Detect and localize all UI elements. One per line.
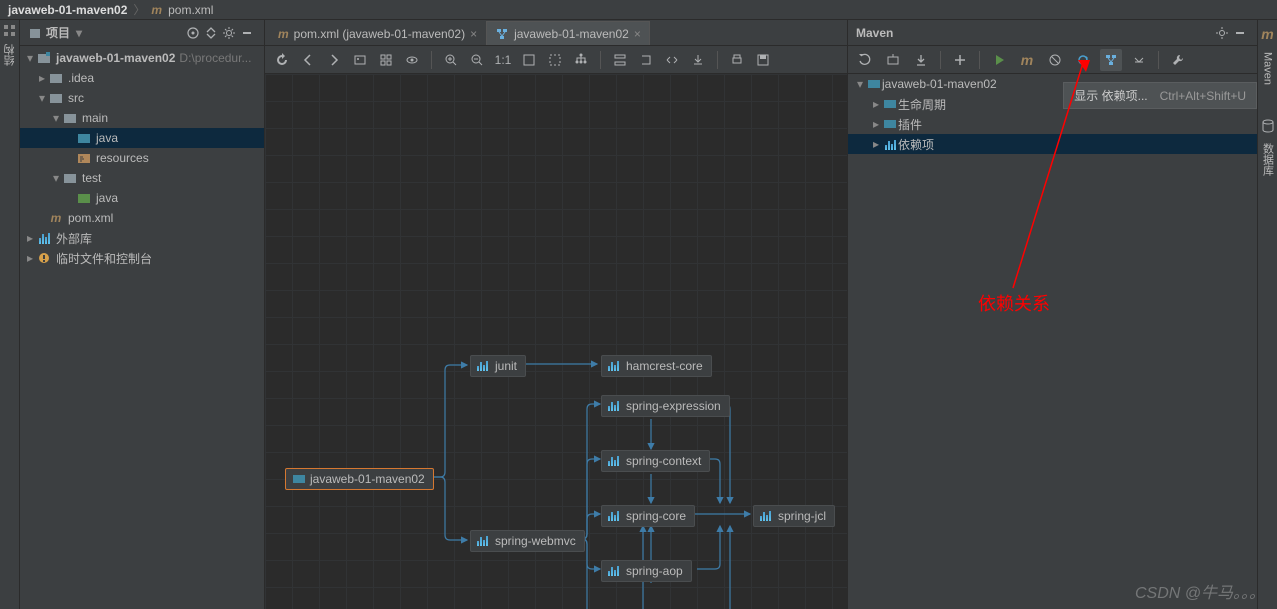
- tree-idea[interactable]: ▸.idea: [20, 68, 264, 88]
- route-icon[interactable]: [635, 49, 657, 71]
- node-aop[interactable]: spring-aop: [601, 560, 692, 582]
- print-icon[interactable]: [726, 49, 748, 71]
- forward-icon[interactable]: [323, 49, 345, 71]
- refresh-icon[interactable]: [271, 49, 293, 71]
- gear-icon[interactable]: [1213, 24, 1231, 42]
- download-icon[interactable]: [910, 49, 932, 71]
- project-tree: ▾javaweb-01-maven02D:\procedur... ▸.idea…: [20, 46, 264, 609]
- maven-icon: m: [151, 3, 162, 17]
- image-icon[interactable]: [349, 49, 371, 71]
- tree-test[interactable]: ▾test: [20, 168, 264, 188]
- maven-panel-header: Maven: [848, 20, 1257, 46]
- zoom-in-icon[interactable]: [440, 49, 462, 71]
- project-panel: 项目 ▾ ▾javaweb-01-maven02D:\procedur... ▸…: [20, 20, 265, 609]
- editor-area: m pom.xml (javaweb-01-maven02) × javaweb-0…: [265, 20, 847, 609]
- add-icon[interactable]: [949, 49, 971, 71]
- close-icon[interactable]: ×: [634, 27, 641, 41]
- tree-scratches[interactable]: ▸临时文件和控制台: [20, 248, 264, 268]
- expand2-icon[interactable]: [661, 49, 683, 71]
- tab-label: pom.xml (javaweb-01-maven02): [294, 27, 465, 41]
- tree-ext-libs[interactable]: ▸外部库: [20, 228, 264, 248]
- zoom-out-icon[interactable]: [466, 49, 488, 71]
- hide-icon[interactable]: [1231, 24, 1249, 42]
- grid-icon[interactable]: [375, 49, 397, 71]
- tree-resources[interactable]: resources: [20, 148, 264, 168]
- project-panel-header: 项目 ▾: [20, 20, 264, 46]
- breadcrumb-sep: 〉: [133, 1, 145, 18]
- diagram-canvas[interactable]: javaweb-01-maven02 junit hamcrest-core s…: [265, 74, 847, 609]
- breadcrumb-file[interactable]: pom.xml: [168, 3, 213, 17]
- node-root[interactable]: javaweb-01-maven02: [285, 468, 434, 490]
- show-diagram-icon[interactable]: [1100, 49, 1122, 71]
- node-jcl[interactable]: spring-jcl: [753, 505, 835, 527]
- gear-icon[interactable]: [220, 24, 238, 42]
- project-title: 项目: [46, 24, 70, 41]
- tooltip: 显示 依赖项... Ctrl+Alt+Shift+U: [1063, 82, 1257, 109]
- dashed-icon[interactable]: [544, 49, 566, 71]
- structure-label[interactable]: 结构: [2, 44, 18, 66]
- filter-icon[interactable]: [609, 49, 631, 71]
- tooltip-shortcut: Ctrl+Alt+Shift+U: [1160, 89, 1246, 103]
- diagram-icon: [495, 27, 509, 41]
- expand-icon[interactable]: [202, 24, 220, 42]
- maven-dependencies[interactable]: ▸依赖项: [848, 134, 1257, 154]
- locate-icon[interactable]: [184, 24, 202, 42]
- tree-src[interactable]: ▾src: [20, 88, 264, 108]
- save-icon[interactable]: [752, 49, 774, 71]
- database-label[interactable]: 数据库: [1260, 143, 1276, 176]
- maven-panel: Maven m ▾javaweb-01-maven02 ▸生命周期 ▸插件: [847, 20, 1257, 609]
- maven-toolbar: m: [848, 46, 1257, 74]
- close-icon[interactable]: ×: [470, 27, 477, 41]
- maven-icon: m: [278, 27, 289, 41]
- breadcrumb-project[interactable]: javaweb-01-maven02: [8, 3, 127, 17]
- node-core[interactable]: spring-core: [601, 505, 695, 527]
- database-icon[interactable]: [1262, 119, 1274, 133]
- tab-pom[interactable]: m pom.xml (javaweb-01-maven02) ×: [269, 21, 486, 45]
- node-junit[interactable]: junit: [470, 355, 526, 377]
- maven-plugins[interactable]: ▸插件: [848, 114, 1257, 134]
- node-context[interactable]: spring-context: [601, 450, 710, 472]
- wrench-icon[interactable]: [1167, 49, 1189, 71]
- maven-m-icon[interactable]: m: [1016, 49, 1038, 71]
- diagram-toolbar: 1:1: [265, 46, 847, 74]
- reload-icon[interactable]: [854, 49, 876, 71]
- maven-title: Maven: [856, 26, 893, 40]
- watermark: CSDN @牛马。。。: [1135, 579, 1265, 603]
- skip-tests-icon[interactable]: [1044, 49, 1066, 71]
- tree-pom[interactable]: mpom.xml: [20, 208, 264, 228]
- editor-tabs: m pom.xml (javaweb-01-maven02) × javaweb-0…: [265, 20, 847, 46]
- left-tool-gutter[interactable]: 结构: [0, 20, 20, 609]
- maven-logo-icon[interactable]: m: [1261, 26, 1273, 42]
- tab-diagram[interactable]: javaweb-01-maven02 ×: [486, 21, 650, 45]
- tree-main[interactable]: ▾main: [20, 108, 264, 128]
- zoom-actual-icon[interactable]: 1:1: [492, 49, 514, 71]
- export-icon[interactable]: [687, 49, 709, 71]
- tree-java-main[interactable]: java: [20, 128, 264, 148]
- breadcrumb: javaweb-01-maven02 〉 m pom.xml: [0, 0, 1277, 20]
- back-icon[interactable]: [297, 49, 319, 71]
- cycle-icon[interactable]: [1072, 49, 1094, 71]
- node-webmvc[interactable]: spring-webmvc: [470, 530, 585, 552]
- tab-label: javaweb-01-maven02: [514, 27, 629, 41]
- maven-tool-label[interactable]: Maven: [1262, 52, 1274, 85]
- structure-icon[interactable]: [3, 24, 17, 38]
- annotation-label: 依赖关系: [978, 290, 1050, 316]
- tree-java-test[interactable]: java: [20, 188, 264, 208]
- chevron-down-icon[interactable]: ▾: [76, 26, 82, 40]
- project-icon: [28, 26, 42, 40]
- tooltip-text: 显示 依赖项...: [1074, 87, 1147, 104]
- eye-icon[interactable]: [401, 49, 423, 71]
- hide-icon[interactable]: [238, 24, 256, 42]
- tree-root[interactable]: ▾javaweb-01-maven02D:\procedur...: [20, 48, 264, 68]
- layout-icon[interactable]: [570, 49, 592, 71]
- node-hamcrest[interactable]: hamcrest-core: [601, 355, 712, 377]
- fit-icon[interactable]: [518, 49, 540, 71]
- generate-icon[interactable]: [882, 49, 904, 71]
- collapse-icon[interactable]: [1128, 49, 1150, 71]
- right-tool-gutter[interactable]: m Maven 数据库: [1257, 20, 1277, 609]
- node-expression[interactable]: spring-expression: [601, 395, 730, 417]
- run-icon[interactable]: [988, 49, 1010, 71]
